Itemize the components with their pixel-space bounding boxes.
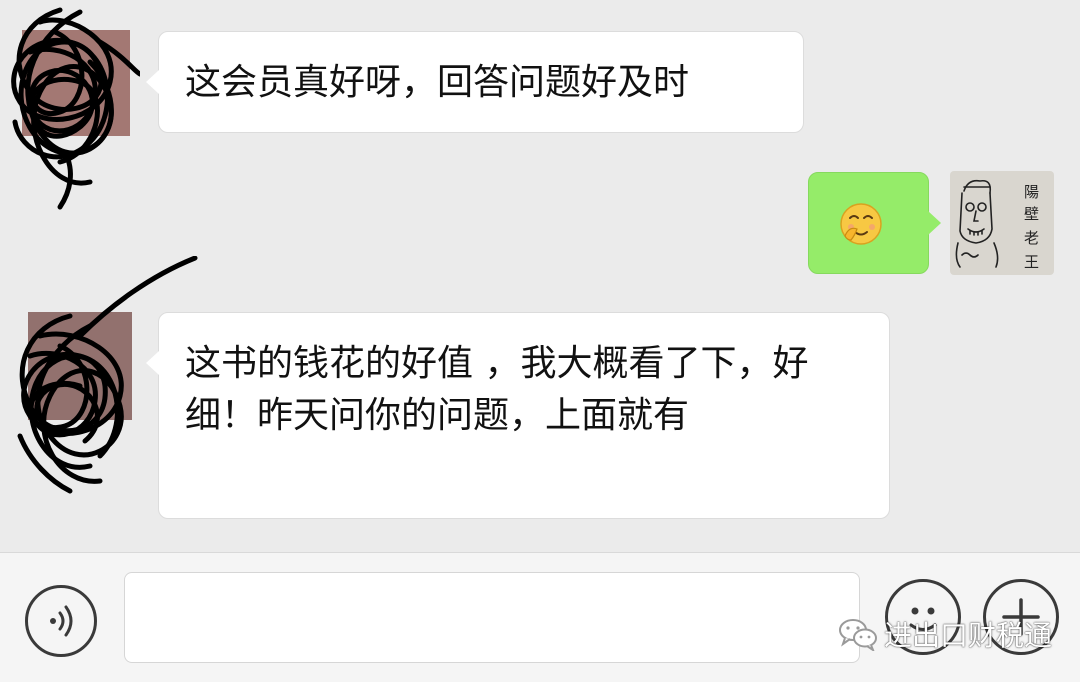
embarrassed-grin-emoji-icon: [840, 203, 882, 245]
outgoing-message-bubble[interactable]: [808, 172, 941, 274]
svg-text:壁: 壁: [1024, 205, 1039, 223]
incoming-message-bubble[interactable]: 这书的钱花的好值 ，我大概看了下，好细！昨天问你的问题，上面就有: [146, 312, 890, 519]
chat-area: 这会员真好呀，回答问题好及时 陽 壁 老 王 这书的钱花的好值 ，我大概看了下，…: [0, 0, 1080, 552]
message-text: 这书的钱花的好值 ，我大概看了下，好细！昨天问你的问题，上面就有: [185, 343, 809, 436]
smiley-face-icon: [909, 607, 937, 631]
plus-icon: [1002, 598, 1040, 636]
more-functions-button[interactable]: [983, 579, 1059, 655]
svg-text:王: 王: [1024, 253, 1039, 271]
voice-input-button[interactable]: [25, 585, 97, 657]
svg-text:老: 老: [1024, 229, 1039, 247]
self-avatar-calligraphy: 陽: [1024, 183, 1039, 201]
message-input[interactable]: [124, 572, 860, 663]
contact-avatar-redacted[interactable]: [0, 2, 140, 212]
message-text: 这会员真好呀，回答问题好及时: [185, 62, 690, 103]
self-avatar[interactable]: 陽 壁 老 王: [950, 171, 1054, 275]
voice-waves-icon: [50, 605, 73, 637]
incoming-message-bubble[interactable]: 这会员真好呀，回答问题好及时: [146, 31, 804, 133]
emoji-button[interactable]: [885, 579, 961, 655]
